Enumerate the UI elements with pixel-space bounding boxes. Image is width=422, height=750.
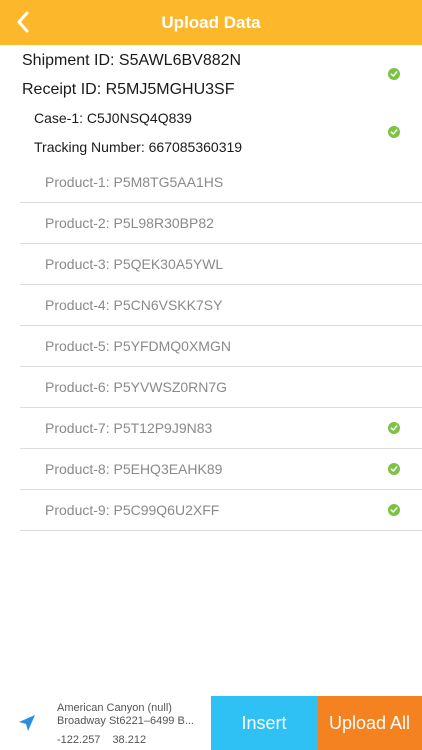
product-label: Product-6: P5YVWSZ0RN7G [45,379,228,395]
product-label: Product-5: P5YFDMQ0XMGN [45,338,231,354]
product-label: Product-1: P5M8TG5AA1HS [45,174,224,190]
product-label: Product-7: P5T12P9J9N83 [45,420,213,436]
page-title: Upload Data [161,12,261,32]
latitude-value: 38.212 [112,734,147,746]
upload-all-button[interactable]: Upload All [317,696,422,750]
product-row-1[interactable]: Product-1: P5M8TG5AA1HS [20,162,422,203]
location-panel: American Canyon (null) Broadway St6221–6… [0,696,211,750]
check-circle-icon [388,463,400,475]
product-row-4[interactable]: Product-4: P5CN6VSKK7SY [20,285,422,326]
shipment-info: Shipment ID: S5AWL6BV882N Receipt ID: R5… [0,45,422,103]
product-row-9[interactable]: Product-9: P5C99Q6U2XFF [20,490,422,531]
location-coordinates: -122.257 38.212 [57,734,146,746]
product-row-2[interactable]: Product-2: P5L98R30BP82 [20,203,422,244]
case-info: Case-1: C5J0NSQ4Q839 Tracking Number: 66… [0,103,422,161]
product-label: Product-4: P5CN6VSKK7SY [45,297,223,313]
product-row-7[interactable]: Product-7: P5T12P9J9N83 [20,408,422,449]
nav-bar: Upload Data [0,0,422,45]
check-circle-icon [388,504,400,516]
chevron-left-icon [17,11,29,33]
product-row-8[interactable]: Product-8: P5EHQ3EAHK89 [20,449,422,490]
product-row-6[interactable]: Product-6: P5YVWSZ0RN7G [20,367,422,408]
insert-button[interactable]: Insert [211,696,317,750]
product-row-5[interactable]: Product-5: P5YFDMQ0XMGN [20,326,422,367]
check-circle-icon [388,126,400,138]
shipment-id: Shipment ID: S5AWL6BV882N [22,52,242,69]
product-list: Product-1: P5M8TG5AA1HS Product-2: P5L98… [20,162,422,531]
product-label: Product-3: P5QEK30A5YWL [45,256,224,272]
product-label: Product-2: P5L98R30BP82 [45,215,214,231]
product-label: Product-9: P5C99Q6U2XFF [45,502,220,518]
product-label: Product-8: P5EHQ3EAHK89 [45,461,223,477]
location-address: American Canyon (null) Broadway St6221–6… [57,702,209,728]
receipt-id: Receipt ID: R5MJ5MGHU3SF [22,81,235,98]
check-circle-icon [388,422,400,434]
longitude-value: -122.257 [57,734,101,746]
address-line-2: Broadway St6221–6499 B... [57,715,194,727]
tracking-number: Tracking Number: 667085360319 [34,139,243,155]
back-button[interactable] [8,6,38,38]
address-line-1: American Canyon (null) [57,702,172,714]
product-row-3[interactable]: Product-3: P5QEK30A5YWL [20,244,422,285]
check-circle-icon [388,68,400,80]
bottom-bar: American Canyon (null) Broadway St6221–6… [0,696,422,750]
case-id: Case-1: C5J0NSQ4Q839 [34,110,192,126]
location-arrow-icon [19,715,35,731]
